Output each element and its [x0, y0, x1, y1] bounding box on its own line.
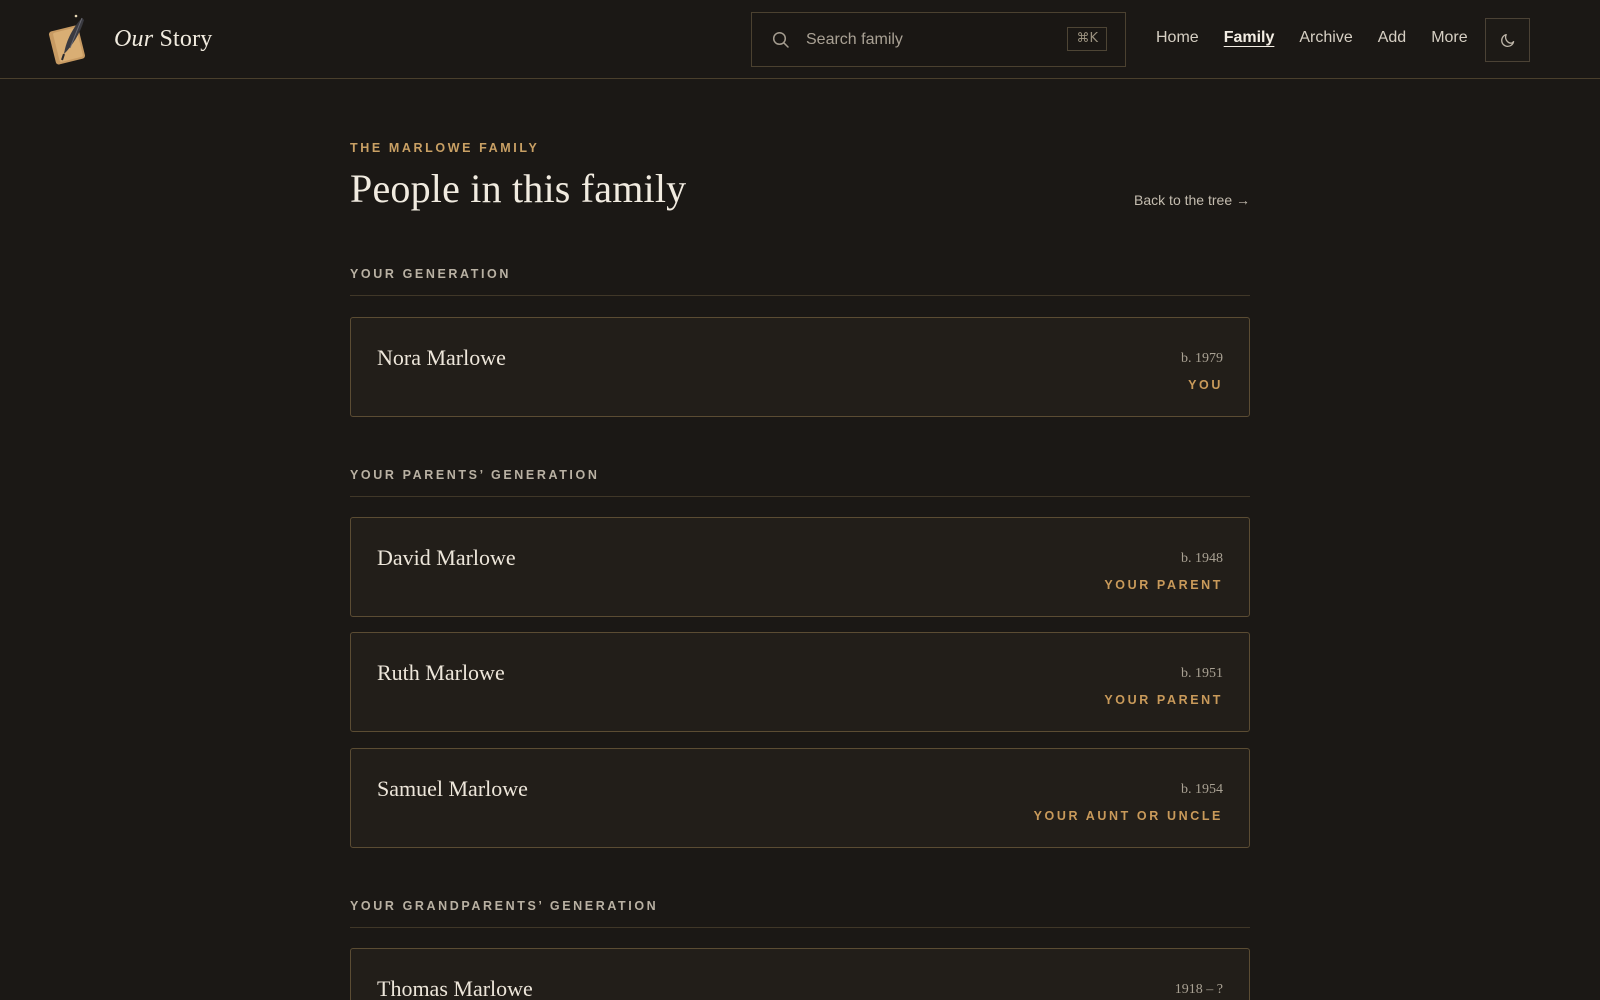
person-years: b. 1954	[1181, 782, 1223, 797]
person-relation: YOU	[1188, 378, 1223, 392]
generation-heading: YOUR GRANDPARENTS’ GENERATION	[350, 899, 1250, 928]
moon-icon	[1500, 33, 1514, 48]
person-relation: YOUR PARENT	[1104, 578, 1223, 592]
person-card[interactable]: Thomas Marlowe 1918 – ?	[350, 948, 1250, 1000]
nav-family[interactable]: Family	[1224, 26, 1275, 50]
generation-heading: YOUR PARENTS’ GENERATION	[350, 468, 1250, 497]
search-shortcut-hint: ⌘K	[1067, 27, 1107, 51]
person-name: Samuel Marlowe	[377, 776, 528, 801]
search-icon	[772, 31, 789, 48]
top-bar: Our Story ⌘K Home Family Archive Add Mor…	[0, 0, 1600, 79]
person-card[interactable]: Ruth Marlowe b. 1951 YOUR PARENT	[350, 632, 1250, 732]
person-name: Nora Marlowe	[377, 345, 506, 370]
person-relation: YOUR AUNT OR UNCLE	[1033, 809, 1223, 823]
family-eyebrow: THE MARLOWE FAMILY	[350, 141, 540, 155]
nav-more[interactable]: More	[1431, 26, 1467, 50]
search-box[interactable]: ⌘K	[751, 12, 1126, 67]
page-title: People in this family	[350, 166, 687, 211]
person-years: 1918 – ?	[1174, 982, 1223, 997]
nav-home[interactable]: Home	[1156, 26, 1199, 50]
back-to-tree-link[interactable]: Back to the tree →	[1134, 192, 1250, 208]
person-years: b. 1951	[1181, 666, 1223, 681]
person-name: David Marlowe	[377, 545, 516, 570]
nav-add[interactable]: Add	[1378, 26, 1406, 50]
brand-link[interactable]: Our Story	[48, 8, 213, 70]
person-card[interactable]: Nora Marlowe b. 1979 YOU	[350, 317, 1250, 417]
nav-archive[interactable]: Archive	[1299, 26, 1352, 50]
person-name: Ruth Marlowe	[377, 660, 505, 685]
person-relation: YOUR PARENT	[1104, 693, 1223, 707]
person-years: b. 1979	[1181, 351, 1223, 366]
generation-heading: YOUR GENERATION	[350, 267, 1250, 296]
person-card[interactable]: Samuel Marlowe b. 1954 YOUR AUNT OR UNCL…	[350, 748, 1250, 848]
quill-notebook-logo-icon	[48, 14, 86, 65]
brand-name: Our Story	[114, 25, 213, 52]
theme-toggle-button[interactable]	[1485, 18, 1530, 62]
person-years: b. 1948	[1181, 551, 1223, 566]
main-nav: Home Family Archive Add More	[1156, 26, 1493, 50]
person-card[interactable]: David Marlowe b. 1948 YOUR PARENT	[350, 517, 1250, 617]
person-name: Thomas Marlowe	[377, 976, 533, 1000]
search-input[interactable]	[806, 25, 1056, 55]
